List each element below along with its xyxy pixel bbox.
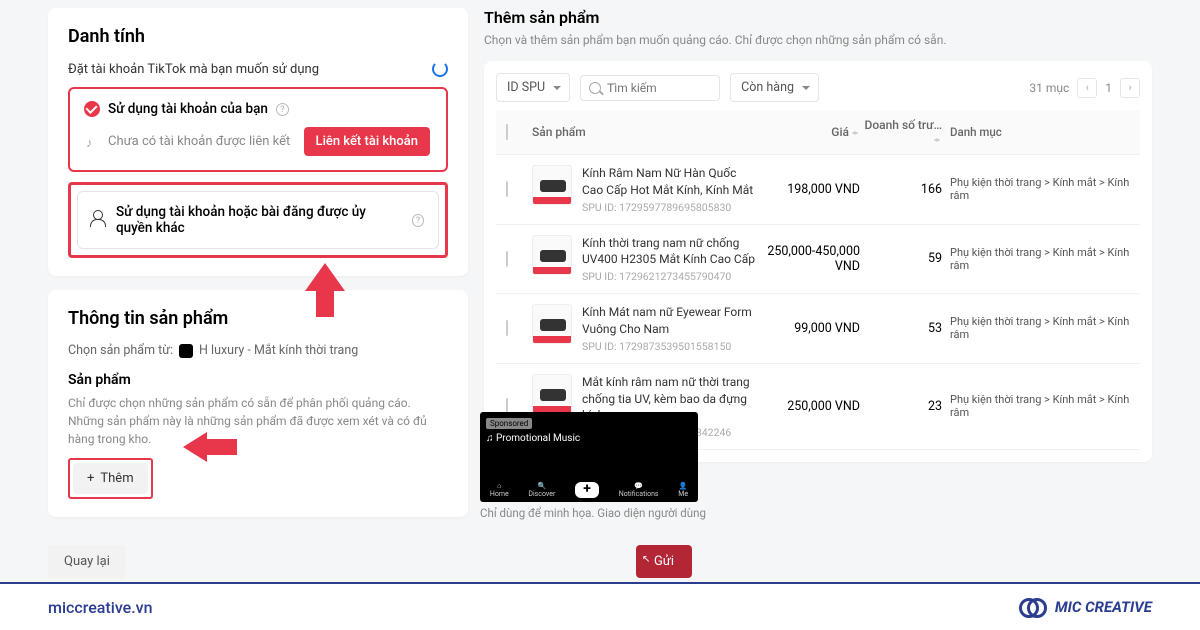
sort-icon xyxy=(934,135,942,145)
next-page-button[interactable]: › xyxy=(1120,78,1140,98)
item-count: 31 mục xyxy=(1029,81,1069,95)
product-thumb xyxy=(532,304,572,344)
id-filter-select[interactable]: ID SPU xyxy=(496,73,570,102)
search-input-wrap[interactable] xyxy=(580,75,720,101)
nav-discover-icon: 🔍Discover xyxy=(528,482,555,498)
product-thumb xyxy=(532,374,572,414)
col-category: Danh mục xyxy=(950,125,1130,139)
refresh-icon[interactable] xyxy=(432,61,448,77)
spu-id: SPU ID: 1729873539501558150 xyxy=(582,340,760,353)
product-name: Kính Mát nam nữ Eyewear Form Vuông Cho N… xyxy=(582,304,760,338)
link-account-button[interactable]: Liên kết tài khoản xyxy=(304,127,430,156)
select-all-checkbox[interactable] xyxy=(506,124,508,140)
sales-cell: 53 xyxy=(860,321,950,336)
music-note-icon xyxy=(86,135,100,149)
product-info-title: Thông tin sản phẩm xyxy=(68,308,448,329)
stock-filter-select[interactable]: Còn hàng xyxy=(730,73,819,102)
table-row: Kính Râm Nam Nữ Hàn Quốc Cao Cấp Hot Mắt… xyxy=(496,155,1140,225)
table-row: Kính thời trang nam nữ chống UV400 H2305… xyxy=(496,225,1140,295)
search-input[interactable] xyxy=(607,81,677,95)
footer-brand: MIC CREATIVE xyxy=(1019,598,1152,616)
row-checkbox[interactable] xyxy=(506,251,508,267)
col-price[interactable]: Giá xyxy=(760,125,860,139)
infinity-icon xyxy=(1019,598,1047,616)
add-product-button[interactable]: + Thêm xyxy=(73,463,148,494)
product-section-label: Sản phẩm xyxy=(68,372,448,388)
use-authorized-option[interactable]: Sử dụng tài khoản hoặc bài đăng được ủy … xyxy=(77,191,439,249)
store-icon xyxy=(179,344,193,358)
identity-card: Danh tính Đặt tài khoản TikTok mà bạn mu… xyxy=(48,8,468,276)
select-from-label: Chọn sản phẩm từ: xyxy=(68,343,173,358)
sales-cell: 23 xyxy=(860,399,950,414)
spu-id: SPU ID: 1729597789695805830 xyxy=(582,201,760,214)
page-number: 1 xyxy=(1105,81,1112,95)
search-icon xyxy=(589,82,601,94)
product-name: Kính thời trang nam nữ chống UV400 H2305… xyxy=(582,235,760,269)
use-authorized-label: Sử dụng tài khoản hoặc bài đăng được ủy … xyxy=(116,204,404,236)
promo-music-label: ♫ Promotional Music xyxy=(486,433,692,444)
store-name: H luxury - Mắt kính thời trang xyxy=(199,343,358,358)
bottom-bar: Quay lại Gửi xyxy=(48,545,1152,578)
help-icon[interactable]: ? xyxy=(276,103,289,116)
product-name: Kính Râm Nam Nữ Hàn Quốc Cao Cấp Hot Mắt… xyxy=(582,165,760,199)
tiktok-preview: Sponsored ♫ Promotional Music ⌂Home 🔍Dis… xyxy=(480,412,698,502)
products-table: Sản phẩm Giá Doanh số trư… Danh mục Kính… xyxy=(496,110,1140,450)
prev-page-button[interactable]: ‹ xyxy=(1077,78,1097,98)
product-thumb xyxy=(532,165,572,205)
category-cell: Phụ kiện thời trang > Kính mắt > Kính râ… xyxy=(950,393,1130,419)
user-icon xyxy=(92,212,108,228)
sales-cell: 166 xyxy=(860,182,950,197)
col-product: Sản phẩm xyxy=(532,125,760,139)
nav-home-icon: ⌂Home xyxy=(490,482,509,498)
table-row: Kính Mát nam nữ Eyewear Form Vuông Cho N… xyxy=(496,294,1140,364)
send-button[interactable]: Gửi xyxy=(636,545,692,578)
nav-me-icon: 👤Me xyxy=(678,482,688,498)
tiktok-nav: ⌂Home 🔍Discover + 💬Notifications 👤Me xyxy=(480,482,698,498)
help-icon[interactable]: ? xyxy=(412,214,424,227)
sales-cell: 59 xyxy=(860,251,950,266)
footer-site: miccreative.vn xyxy=(48,598,153,617)
add-button-highlight: + Thêm xyxy=(68,458,153,499)
product-info-card: Thông tin sản phẩm Chọn sản phẩm từ: H l… xyxy=(48,290,468,517)
no-account-label: Chưa có tài khoản được liên kết xyxy=(108,134,290,149)
check-icon xyxy=(84,101,100,117)
add-products-title: Thêm sản phẩm xyxy=(484,8,1152,27)
annotation-arrow-left xyxy=(183,432,237,462)
brand-text: MIC CREATIVE xyxy=(1055,598,1152,616)
row-checkbox[interactable] xyxy=(506,320,508,336)
nav-plus-icon: + xyxy=(575,482,599,498)
use-own-account-option[interactable]: Sử dụng tài khoản của bạn ? Chưa có tài … xyxy=(68,87,448,172)
back-button[interactable]: Quay lại xyxy=(48,545,126,578)
category-cell: Phụ kiện thời trang > Kính mắt > Kính râ… xyxy=(950,176,1130,202)
category-cell: Phụ kiện thời trang > Kính mắt > Kính râ… xyxy=(950,315,1130,341)
add-button-label: Thêm xyxy=(100,471,133,486)
price-cell: 250,000-450,000 VND xyxy=(760,244,860,274)
use-own-account-label: Sử dụng tài khoản của bạn xyxy=(108,101,268,117)
authorized-highlight-box: Sử dụng tài khoản hoặc bài đăng được ủy … xyxy=(68,182,448,258)
category-cell: Phụ kiện thời trang > Kính mắt > Kính râ… xyxy=(950,246,1130,272)
preview-caption: Chỉ dùng để minh họa. Giao diện người dù… xyxy=(480,506,706,520)
price-cell: 99,000 VND xyxy=(760,321,860,336)
price-cell: 198,000 VND xyxy=(760,182,860,197)
plus-icon: + xyxy=(87,471,94,486)
set-account-label: Đặt tài khoản TikTok mà bạn muốn sử dụng xyxy=(68,62,319,77)
footer: miccreative.vn MIC CREATIVE xyxy=(0,582,1200,630)
price-cell: 250,000 VND xyxy=(760,399,860,414)
col-sales[interactable]: Doanh số trư… xyxy=(860,118,950,146)
nav-notifications-icon: 💬Notifications xyxy=(619,482,659,498)
row-checkbox[interactable] xyxy=(506,181,508,197)
sponsored-badge: Sponsored xyxy=(486,418,532,429)
product-desc: Chỉ được chọn những sản phẩm có sẵn để p… xyxy=(68,394,448,448)
table-header: Sản phẩm Giá Doanh số trư… Danh mục xyxy=(496,110,1140,155)
add-products-subtitle: Chọn và thêm sản phẩm bạn muốn quảng cáo… xyxy=(484,33,1152,47)
sort-icon xyxy=(852,128,860,138)
spu-id: SPU ID: 1729621273455790470 xyxy=(582,270,760,283)
product-thumb xyxy=(532,235,572,275)
identity-title: Danh tính xyxy=(68,26,448,47)
